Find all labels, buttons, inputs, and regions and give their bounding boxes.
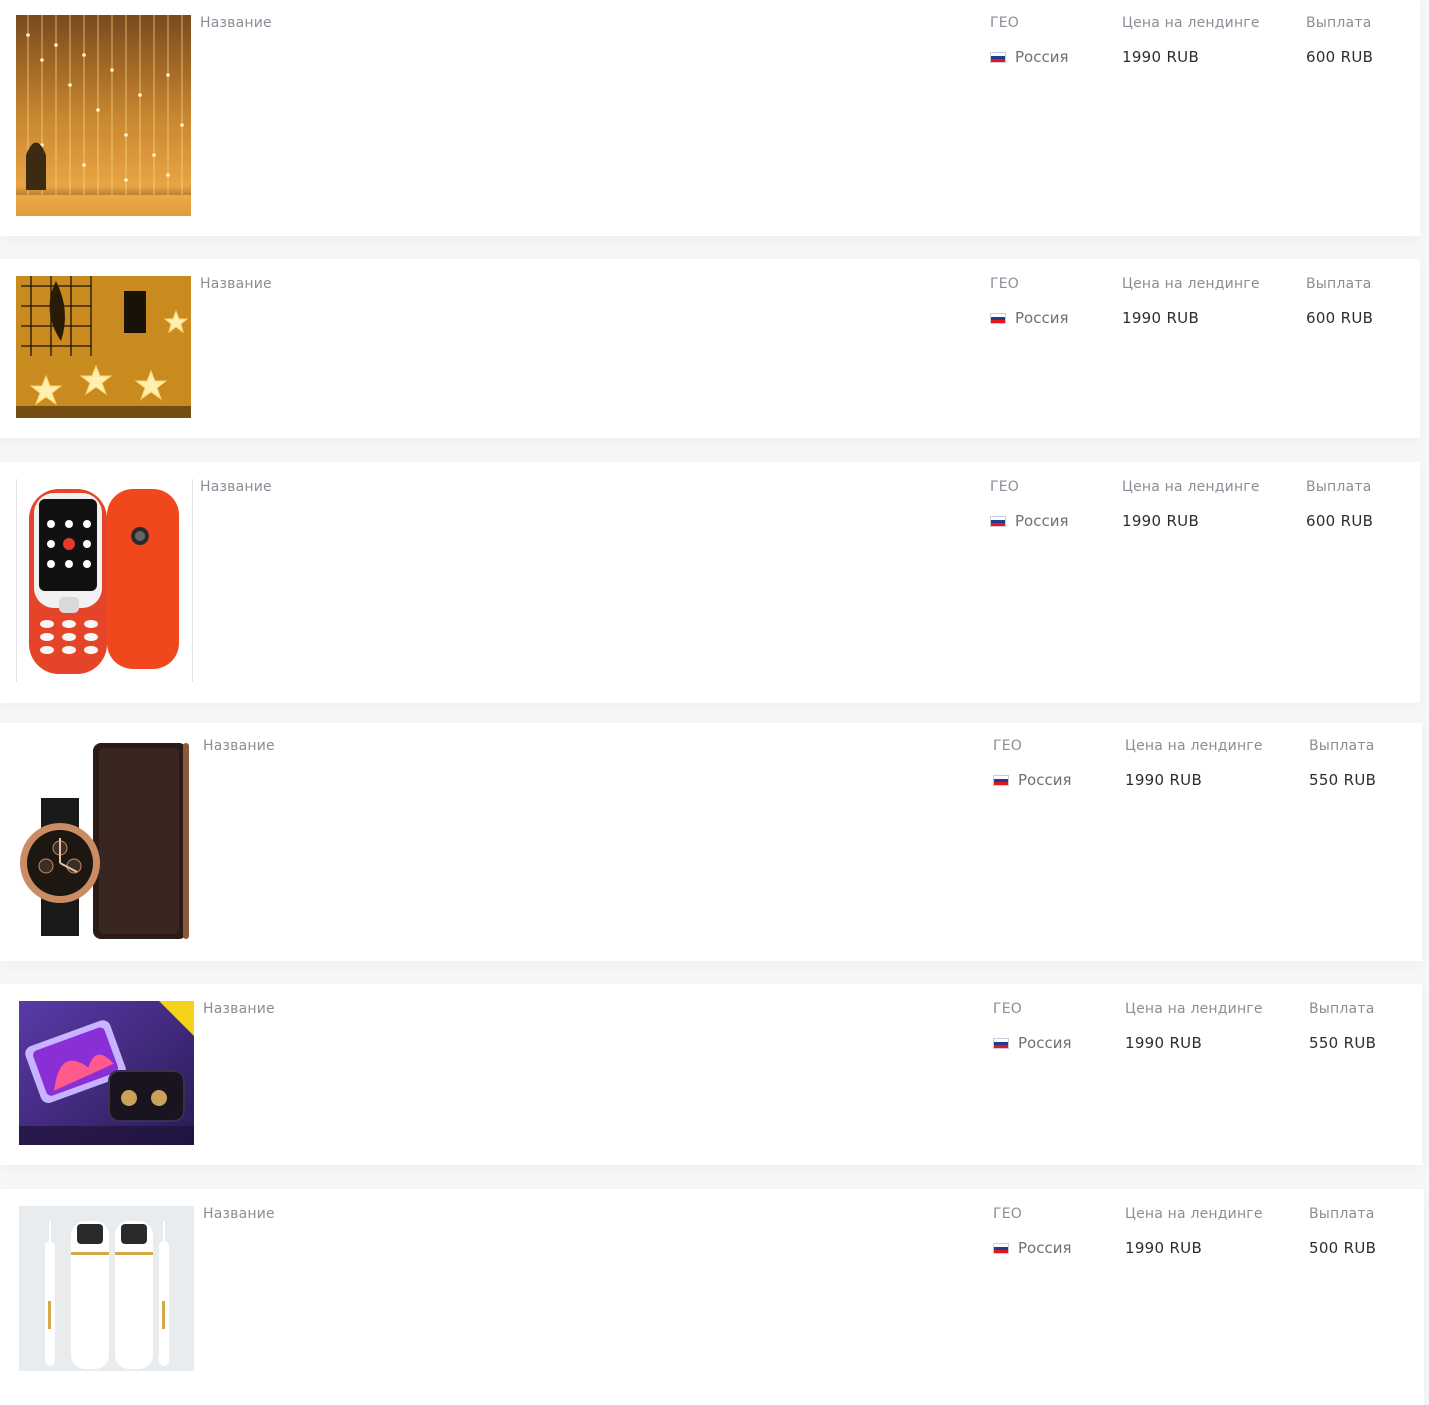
russia-flag-icon [993, 1242, 1009, 1254]
name-label: Название [200, 479, 272, 495]
russia-flag-icon [993, 1037, 1009, 1049]
geo-value: Россия [990, 512, 1069, 530]
name-label: Название [203, 1001, 275, 1017]
landing-price-label: Цена на лендинге [1122, 479, 1260, 495]
landing-price-label: Цена на лендинге [1122, 15, 1260, 31]
name-label: Название [200, 276, 272, 292]
offer-card[interactable]: Название ГЕО Цена на лендинге Выплата Ро… [0, 259, 1420, 438]
geo-label: ГЕО [990, 276, 1020, 292]
payout-label: Выплата [1309, 1001, 1375, 1017]
payout-value: 550 RUB [1309, 771, 1377, 789]
payout-label: Выплата [1309, 738, 1375, 754]
power-bank-earbuds-image[interactable] [19, 1001, 194, 1145]
landing-price-value: 1990 RUB [1125, 1239, 1203, 1257]
payout-label: Выплата [1306, 276, 1372, 292]
geo-label: ГЕО [993, 738, 1023, 754]
landing-price-value: 1990 RUB [1125, 771, 1203, 789]
geo-label: ГЕО [990, 15, 1020, 31]
star-lights-image[interactable] [16, 276, 191, 418]
landing-price-label: Цена на лендинге [1125, 1001, 1263, 1017]
payout-value: 600 RUB [1306, 48, 1374, 66]
payout-label: Выплата [1309, 1206, 1375, 1222]
fairy-light-curtain-image[interactable] [16, 15, 191, 216]
landing-price-value: 1990 RUB [1122, 309, 1200, 327]
russia-flag-icon [990, 312, 1006, 324]
name-label: Название [203, 1206, 275, 1222]
geo-country: Россия [1018, 1239, 1072, 1257]
payout-value: 500 RUB [1309, 1239, 1377, 1257]
offer-card[interactable]: Название ГЕО Цена на лендинге Выплата Ро… [0, 1189, 1424, 1405]
geo-country: Россия [1018, 771, 1072, 789]
geo-country: Россия [1015, 512, 1069, 530]
geo-country: Россия [1015, 48, 1069, 66]
geo-value: Россия [993, 1034, 1072, 1052]
geo-value: Россия [993, 771, 1072, 789]
ultrasonic-skin-scrubber-image[interactable] [19, 1206, 194, 1371]
geo-value: Россия [990, 48, 1069, 66]
landing-price-value: 1990 RUB [1122, 48, 1200, 66]
geo-label: ГЕО [993, 1001, 1023, 1017]
geo-value: Россия [990, 309, 1069, 327]
geo-label: ГЕО [990, 479, 1020, 495]
geo-label: ГЕО [993, 1206, 1023, 1222]
landing-price-value: 1990 RUB [1125, 1034, 1203, 1052]
geo-country: Россия [1015, 309, 1069, 327]
landing-price-label: Цена на лендинге [1122, 276, 1260, 292]
russia-flag-icon [990, 515, 1006, 527]
name-label: Название [203, 738, 275, 754]
landing-price-value: 1990 RUB [1122, 512, 1200, 530]
payout-label: Выплата [1306, 15, 1372, 31]
payout-label: Выплата [1306, 479, 1372, 495]
landing-price-label: Цена на лендинге [1125, 1206, 1263, 1222]
geo-value: Россия [993, 1239, 1072, 1257]
russia-flag-icon [990, 51, 1006, 63]
landing-price-label: Цена на лендинге [1125, 738, 1263, 754]
watch-and-wallet-image[interactable] [19, 738, 194, 943]
offer-card[interactable]: Название ГЕО Цена на лендинге Выплата Ро… [0, 984, 1422, 1165]
payout-value: 600 RUB [1306, 512, 1374, 530]
payout-value: 600 RUB [1306, 309, 1374, 327]
name-label: Название [200, 15, 272, 31]
offer-card[interactable]: Название ГЕО Цена на лендинге Выплата Ро… [0, 723, 1422, 961]
red-mobile-phone-image[interactable] [16, 479, 193, 682]
geo-country: Россия [1018, 1034, 1072, 1052]
offer-card[interactable]: Название ГЕО Цена на лендинге Выплата Ро… [0, 462, 1420, 703]
payout-value: 550 RUB [1309, 1034, 1377, 1052]
offer-card[interactable]: Название ГЕО Цена на лендинге Выплата Ро… [0, 0, 1420, 236]
russia-flag-icon [993, 774, 1009, 786]
offer-list: Название ГЕО Цена на лендинге Выплата Ро… [0, 0, 1429, 1405]
